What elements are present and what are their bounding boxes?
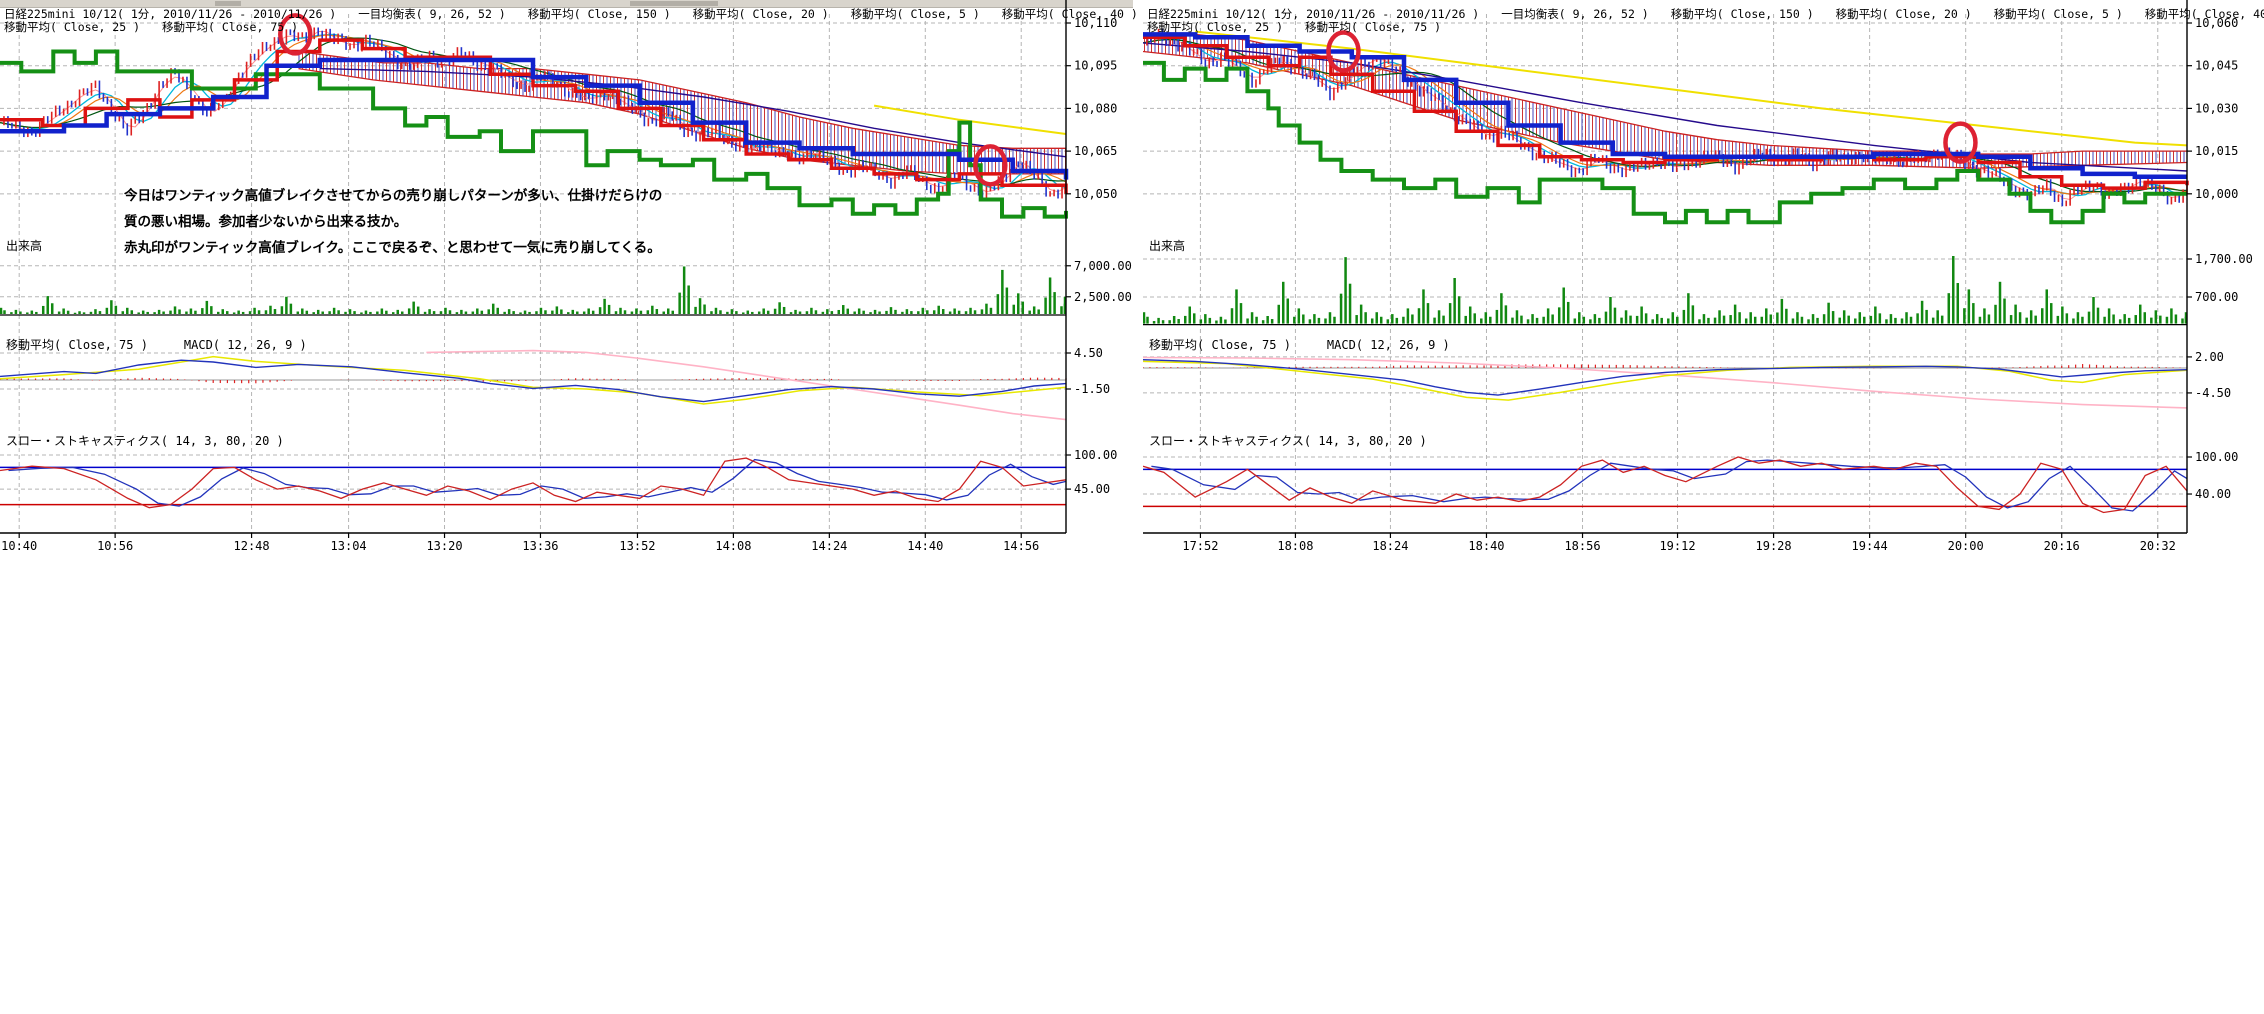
chart-plot-area[interactable]: 10,11010,09510,08010,06510,0507,000.002,… — [0, 0, 1140, 560]
chart-panel-evening-session: 10,06010,04510,03010,01510,0001,700.0070… — [1143, 0, 2264, 560]
legend-item: 移動平均( Close, 75 ) — [1305, 20, 1441, 34]
volume-pane-label: 出来高 — [6, 237, 42, 254]
macd-pane-label: 移動平均( Close, 75 ) MACD( 12, 26, 9 ) — [1149, 336, 1486, 353]
trader-annotation-text: 今日はワンティック高値ブレイクさせてからの売り崩しパターンが多い、仕掛けだらけの… — [124, 183, 662, 261]
svg-text:20:00: 20:00 — [1948, 539, 1984, 553]
legend-item: 一目均衡表( 9, 26, 52 ) — [358, 7, 506, 21]
chart-legend-row-2: 移動平均( Close, 25 ) 移動平均( Close, 75 ) — [4, 21, 320, 34]
svg-text:100.00: 100.00 — [2195, 450, 2238, 464]
svg-text:10:56: 10:56 — [97, 539, 133, 553]
svg-text:700.00: 700.00 — [2195, 290, 2238, 304]
svg-text:20:16: 20:16 — [2044, 539, 2080, 553]
ichimoku-cloud — [1143, 34, 2187, 168]
svg-text:13:04: 13:04 — [331, 539, 367, 553]
svg-text:13:20: 13:20 — [426, 539, 462, 553]
chart-plot-area[interactable]: 10,06010,04510,03010,01510,0001,700.0070… — [1143, 0, 2264, 560]
legend-item: 移動平均( Close, 20 ) — [693, 7, 829, 21]
macd-pane — [0, 351, 1066, 420]
macd-legend-item: MACD( 12, 26, 9 ) — [184, 338, 307, 352]
legend-item: 移動平均( Close, 25 ) — [4, 20, 140, 34]
svg-text:14:24: 14:24 — [811, 539, 847, 553]
legend-item: 移動平均( Close, 150 ) — [528, 7, 671, 21]
svg-text:13:52: 13:52 — [619, 539, 655, 553]
svg-text:13:36: 13:36 — [522, 539, 558, 553]
svg-text:14:08: 14:08 — [715, 539, 751, 553]
legend-item: 移動平均( Close, 40 ) — [2145, 7, 2264, 21]
svg-text:12:48: 12:48 — [234, 539, 270, 553]
chart-svg: 10,06010,04510,03010,01510,0001,700.0070… — [1143, 0, 2264, 560]
volume-pane-label: 出来高 — [1149, 237, 1185, 254]
svg-text:18:24: 18:24 — [1372, 539, 1408, 553]
svg-text:45.00: 45.00 — [1074, 482, 1110, 496]
svg-text:-4.50: -4.50 — [2195, 386, 2231, 400]
svg-text:10,065: 10,065 — [1074, 144, 1117, 158]
svg-text:40.00: 40.00 — [2195, 487, 2231, 501]
stochastics-pane — [1143, 457, 2187, 513]
annotation-line: 今日はワンティック高値ブレイクさせてからの売り崩しパターンが多い、仕掛けだらけの — [124, 183, 662, 209]
svg-text:10,000: 10,000 — [2195, 187, 2238, 201]
legend-item: 移動平均( Close, 40 ) — [1002, 7, 1138, 21]
svg-text:-1.50: -1.50 — [1074, 382, 1110, 396]
stochastics-pane-label: スロー・ストキャスティクス( 14, 3, 80, 20 ) — [1149, 432, 1427, 449]
chart-svg: 10,11010,09510,08010,06510,0507,000.002,… — [0, 0, 1140, 560]
legend-item: 移動平均( Close, 150 ) — [1671, 7, 1814, 21]
chart-panel-day-session: 10,11010,09510,08010,06510,0507,000.002,… — [0, 0, 1140, 560]
svg-text:4.50: 4.50 — [1074, 346, 1103, 360]
svg-text:10,045: 10,045 — [2195, 59, 2238, 73]
svg-text:20:32: 20:32 — [2140, 539, 2176, 553]
svg-text:2.00: 2.00 — [2195, 350, 2224, 364]
legend-item: 移動平均( Close, 5 ) — [1994, 7, 2123, 21]
svg-text:14:40: 14:40 — [907, 539, 943, 553]
legend-item: 移動平均( Close, 75 ) — [162, 20, 298, 34]
legend-item: 日経225mini 10/12( 1分, 2010/11/26 - 2010/1… — [4, 7, 336, 21]
macd-pane-label: 移動平均( Close, 75 ) MACD( 12, 26, 9 ) — [6, 336, 343, 353]
macd-legend-item: 移動平均( Close, 75 ) — [1149, 338, 1291, 352]
annotation-line: 赤丸印がワンティック高値ブレイク。ここで戻るぞ、と思わせて一気に売り崩してくる。 — [124, 235, 662, 261]
macd-legend-item: 移動平均( Close, 75 ) — [6, 338, 148, 352]
svg-text:100.00: 100.00 — [1074, 448, 1117, 462]
svg-text:10:40: 10:40 — [1, 539, 37, 553]
stochastics-pane-label: スロー・ストキャスティクス( 14, 3, 80, 20 ) — [6, 432, 284, 449]
macd-pane — [1143, 358, 2187, 408]
svg-text:18:56: 18:56 — [1564, 539, 1600, 553]
annotation-line: 質の悪い相場。参加者少ないから出来る技か。 — [124, 209, 662, 235]
legend-item: 移動平均( Close, 20 ) — [1836, 7, 1972, 21]
svg-text:19:28: 19:28 — [1756, 539, 1792, 553]
trading-charts-canvas: 10,11010,09510,08010,06510,0507,000.002,… — [0, 0, 2264, 1014]
gridlines — [1143, 14, 2187, 533]
legend-item: 日経225mini 10/12( 1分, 2010/11/26 - 2010/1… — [1147, 7, 1479, 21]
svg-text:10,095: 10,095 — [1074, 59, 1117, 73]
legend-item: 一目均衡表( 9, 26, 52 ) — [1501, 7, 1649, 21]
svg-text:2,500.00: 2,500.00 — [1074, 290, 1132, 304]
legend-item: 移動平均( Close, 5 ) — [851, 7, 980, 21]
svg-text:10,015: 10,015 — [2195, 144, 2238, 158]
svg-text:10,030: 10,030 — [2195, 101, 2238, 115]
legend-item: 移動平均( Close, 25 ) — [1147, 20, 1283, 34]
volume-bars — [1143, 256, 2187, 325]
chart-legend-row-2: 移動平均( Close, 25 ) 移動平均( Close, 75 ) — [1147, 21, 1463, 34]
svg-text:17:52: 17:52 — [1182, 539, 1218, 553]
svg-text:14:56: 14:56 — [1003, 539, 1039, 553]
stochastics-pane — [0, 458, 1066, 508]
svg-text:7,000.00: 7,000.00 — [1074, 259, 1132, 273]
svg-text:19:12: 19:12 — [1659, 539, 1695, 553]
macd-legend-item: MACD( 12, 26, 9 ) — [1327, 338, 1450, 352]
svg-text:10,080: 10,080 — [1074, 101, 1117, 115]
volume-bars — [0, 266, 1066, 315]
svg-text:19:44: 19:44 — [1852, 539, 1888, 553]
svg-text:1,700.00: 1,700.00 — [2195, 252, 2253, 266]
svg-text:10,050: 10,050 — [1074, 187, 1117, 201]
svg-text:18:40: 18:40 — [1468, 539, 1504, 553]
svg-text:18:08: 18:08 — [1277, 539, 1313, 553]
